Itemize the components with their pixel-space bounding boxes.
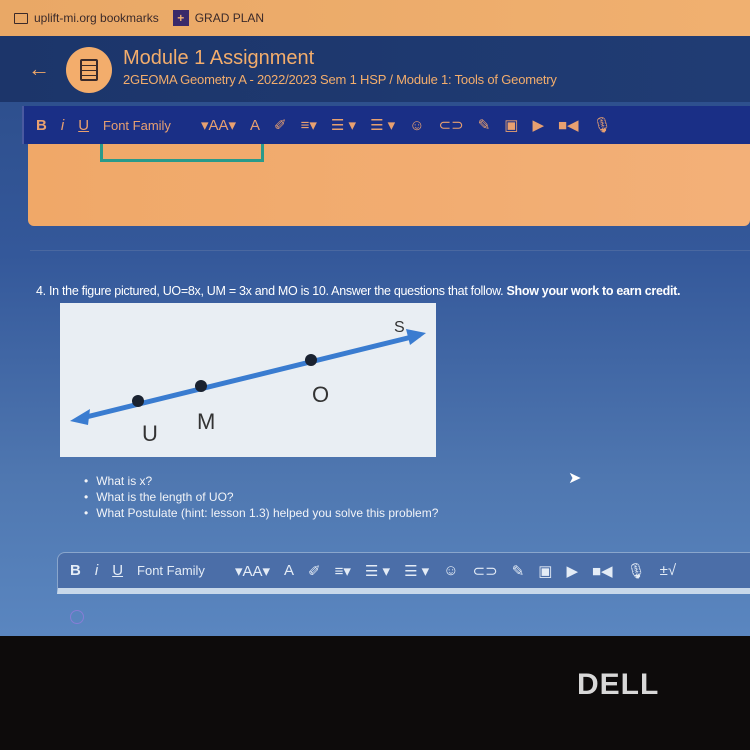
divider — [30, 250, 750, 251]
mic-icon[interactable]: 🎙 — [627, 562, 646, 580]
mouse-cursor-icon: ➤ — [568, 470, 582, 487]
label-s: S — [394, 319, 405, 336]
bookmark-label: GRAD PLAN — [194, 11, 265, 25]
font-family-select[interactable]: Font Family — [137, 563, 205, 578]
bookmark-grad-plan[interactable]: + GRAD PLAN — [172, 10, 265, 26]
unordered-list-icon[interactable]: ☰ ▾ — [404, 562, 429, 580]
font-family-select[interactable]: Font Family — [103, 118, 171, 133]
back-arrow-icon[interactable]: ← — [28, 56, 50, 82]
label-u: U — [142, 421, 158, 446]
italic-button[interactable]: i — [61, 117, 64, 134]
screen: uplift-mi.org bookmarks + GRAD PLAN ← Mod… — [0, 0, 750, 636]
pencil-icon[interactable]: ✎ — [512, 562, 525, 580]
mic-icon[interactable]: 🎙 — [593, 116, 612, 134]
list-item: What is the length of UO? — [84, 490, 438, 504]
list-item: What is x? — [84, 474, 438, 488]
emoji-icon[interactable]: ☺ — [409, 117, 424, 134]
math-icon[interactable]: ±√ — [660, 562, 676, 579]
emoji-icon[interactable]: ☺ — [443, 562, 458, 579]
question-body: 4. In the figure pictured, UO=8x, UM = 3… — [36, 284, 504, 298]
underline-button[interactable]: U — [112, 562, 123, 579]
text-color-icon[interactable]: A — [250, 117, 260, 134]
point-m — [195, 380, 207, 392]
previous-answer-area — [28, 144, 750, 226]
figure-fragment — [100, 144, 264, 162]
bold-button[interactable]: B — [36, 117, 47, 134]
question-emphasis: Show your work to earn credit. — [506, 284, 681, 298]
highlighter-icon[interactable]: ✐ — [274, 116, 287, 134]
ordered-list-icon[interactable]: ☰ ▾ — [331, 116, 356, 134]
breadcrumb: 2GEOMA Geometry A - 2022/2023 Sem 1 HSP … — [123, 72, 557, 87]
image-icon[interactable]: ▣ — [538, 562, 552, 580]
italic-button[interactable]: i — [95, 562, 98, 579]
point-u — [132, 395, 144, 407]
align-icon[interactable]: ≡▾ — [301, 116, 317, 134]
label-o: O — [312, 382, 329, 407]
video-icon[interactable]: ▶ — [532, 116, 544, 134]
text-color-icon[interactable]: A — [284, 562, 294, 579]
image-icon[interactable]: ▣ — [504, 116, 518, 134]
status-icon — [70, 610, 84, 624]
bookmarks-bar: uplift-mi.org bookmarks + GRAD PLAN — [0, 0, 750, 36]
editor-toolbar-top: B i U Font Family ▾AA▾ A ✐ ≡▾ ☰ ▾ ☰ ▾ ☺ … — [22, 106, 750, 144]
question-list: What is x? What is the length of UO? Wha… — [84, 474, 438, 522]
folder-icon — [14, 12, 28, 24]
ray-line — [77, 332, 421, 422]
left-arrowhead — [70, 409, 90, 425]
right-arrowhead — [406, 329, 426, 345]
link-icon[interactable]: ⊂⊃ — [439, 116, 464, 134]
camera-icon[interactable]: ■◀ — [558, 116, 579, 134]
list-item: What Postulate (hint: lesson 1.3) helped… — [84, 506, 438, 520]
camera-icon[interactable]: ■◀ — [592, 562, 613, 580]
label-m: M — [197, 409, 215, 434]
dell-logo: DELL — [577, 668, 660, 701]
link-icon[interactable]: ⊂⊃ — [473, 562, 498, 580]
highlighter-icon[interactable]: ✐ — [308, 562, 321, 580]
font-size-select[interactable]: ▾AA▾ — [235, 562, 270, 580]
assignment-header: ← Module 1 Assignment 2GEOMA Geometry A … — [0, 36, 750, 102]
answer-editor-toolbar: B i U Font Family ▾AA▾ A ✐ ≡▾ ☰ ▾ ☰ ▾ ☺ … — [57, 552, 750, 594]
bold-button[interactable]: B — [70, 562, 81, 579]
bookmark-uplift[interactable]: uplift-mi.org bookmarks — [14, 11, 159, 25]
page-title: Module 1 Assignment — [123, 47, 315, 69]
point-o — [305, 354, 317, 366]
question-text: 4. In the figure pictured, UO=8x, UM = 3… — [36, 284, 680, 298]
video-icon[interactable]: ▶ — [566, 562, 578, 580]
unordered-list-icon[interactable]: ☰ ▾ — [370, 116, 395, 134]
geometry-figure: U M O S — [60, 303, 436, 457]
ordered-list-icon[interactable]: ☰ ▾ — [365, 562, 390, 580]
underline-button[interactable]: U — [78, 117, 89, 134]
grad-plan-icon: + — [172, 10, 189, 26]
assignment-icon — [66, 47, 112, 93]
bookmark-label: uplift-mi.org bookmarks — [34, 11, 159, 25]
font-size-select[interactable]: ▾AA▾ — [201, 116, 236, 134]
pencil-icon[interactable]: ✎ — [478, 116, 491, 134]
align-icon[interactable]: ≡▾ — [335, 562, 351, 580]
